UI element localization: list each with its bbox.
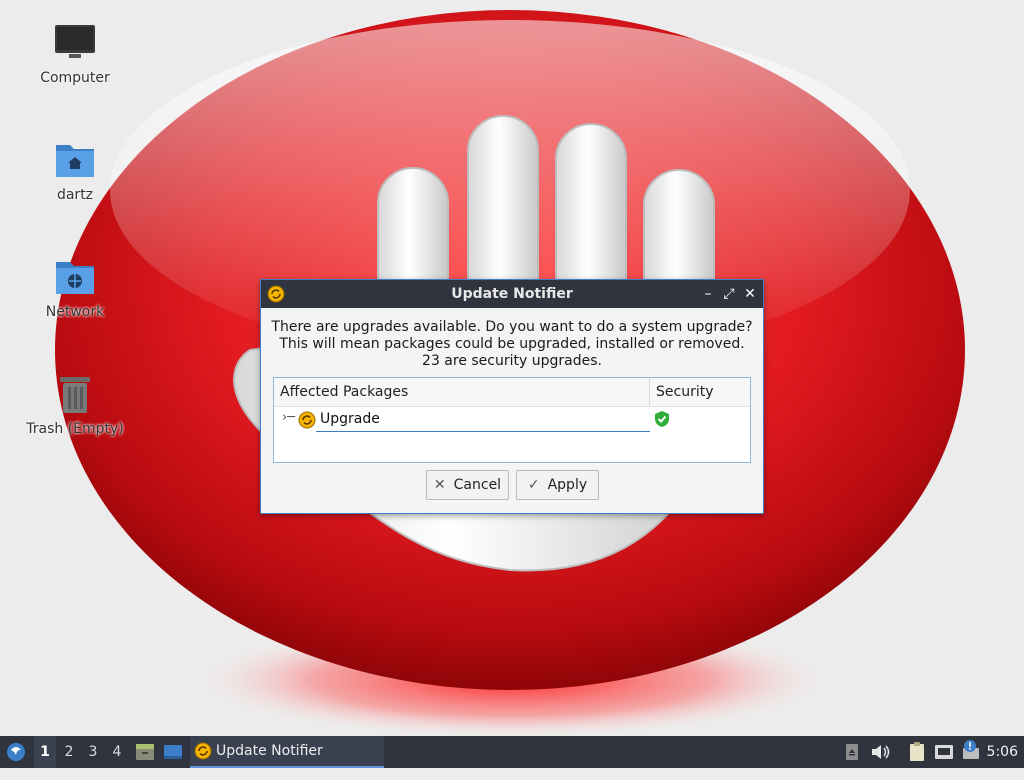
dialog-title: Update Notifier bbox=[451, 286, 573, 302]
packages-table[interactable]: Affected Packages Security ›─ Upgrade bbox=[273, 377, 751, 463]
home-folder-icon bbox=[53, 139, 97, 183]
update-notifier-dialog: Update Notifier – ⤢ ✕ There are upgrades… bbox=[260, 279, 764, 514]
column-header-security[interactable]: Security bbox=[656, 378, 714, 406]
tray-eject[interactable] bbox=[842, 736, 862, 768]
update-notifier-icon bbox=[194, 742, 212, 760]
desktop-icon-label: Computer bbox=[40, 70, 110, 86]
trash-icon bbox=[53, 373, 97, 417]
apply-button[interactable]: ✓ Apply bbox=[516, 470, 599, 500]
start-menu-button[interactable] bbox=[4, 736, 28, 768]
desktop-icon-label: Network bbox=[45, 304, 105, 320]
network-folder-icon bbox=[53, 256, 97, 300]
desktop-icon-label: dartz bbox=[56, 187, 94, 203]
desktop-icon-computer[interactable]: Computer bbox=[10, 22, 140, 86]
volume-icon bbox=[872, 745, 890, 759]
apply-button-label: Apply bbox=[547, 477, 588, 493]
table-row[interactable]: ›─ Upgrade bbox=[274, 407, 750, 433]
clock[interactable]: 5:06 bbox=[987, 736, 1018, 768]
taskbar: 1 2 3 4 Update Notifier 5:06 bbox=[0, 736, 1024, 768]
show-desktop-launcher[interactable] bbox=[162, 736, 184, 768]
tray-volume[interactable] bbox=[868, 736, 892, 768]
shield-check-icon bbox=[655, 411, 669, 427]
update-notification-icon bbox=[963, 740, 979, 759]
message-line: 23 are security upgrades. bbox=[422, 353, 602, 369]
upgrade-package-icon bbox=[298, 411, 316, 429]
column-separator bbox=[649, 378, 650, 406]
minimize-icon[interactable]: – bbox=[699, 285, 717, 303]
row-focus-underline bbox=[316, 431, 650, 432]
computer-icon bbox=[53, 22, 97, 66]
taskbar-task-update-notifier[interactable]: Update Notifier bbox=[190, 736, 384, 768]
maximize-icon[interactable]: ⤢ bbox=[720, 285, 738, 303]
cancel-x-icon: ✕ bbox=[433, 477, 446, 493]
expander-chevron-icon[interactable]: ›─ bbox=[282, 410, 295, 425]
desktop-icon-trash[interactable]: Trash (Empty) bbox=[10, 373, 140, 437]
message-line: This will mean packages could be upgrade… bbox=[279, 336, 745, 352]
workspace-2[interactable]: 2 bbox=[58, 736, 80, 768]
eject-icon bbox=[846, 744, 858, 760]
file-manager-icon bbox=[136, 744, 154, 760]
cancel-button-label: Cancel bbox=[453, 477, 502, 493]
clipboard-icon bbox=[910, 742, 924, 761]
dialog-message: There are upgrades available. Do you wan… bbox=[261, 319, 763, 370]
cancel-button[interactable]: ✕ Cancel bbox=[426, 470, 509, 500]
dialog-titlebar[interactable]: Update Notifier – ⤢ ✕ bbox=[261, 280, 763, 308]
tray-network[interactable] bbox=[933, 736, 955, 768]
desktop-icon-network[interactable]: Network bbox=[10, 256, 140, 320]
tray-clipboard[interactable] bbox=[906, 736, 928, 768]
column-header-affected-packages[interactable]: Affected Packages bbox=[280, 378, 408, 406]
tray-update-notifications[interactable] bbox=[960, 736, 982, 768]
task-label: Update Notifier bbox=[216, 743, 323, 759]
desktop-icon-home-folder[interactable]: dartz bbox=[10, 139, 140, 203]
distro-logo-icon bbox=[7, 743, 25, 761]
file-manager-launcher[interactable] bbox=[134, 736, 156, 768]
network-wired-icon bbox=[935, 745, 953, 759]
desktop-icon-label: Trash (Empty) bbox=[26, 421, 124, 437]
workspace-4[interactable]: 4 bbox=[106, 736, 128, 768]
row-label: Upgrade bbox=[320, 411, 380, 427]
message-line: There are upgrades available. Do you wan… bbox=[271, 319, 753, 335]
workspace-1[interactable]: 1 bbox=[34, 736, 56, 768]
desktop-icon bbox=[164, 745, 182, 759]
workspace-3[interactable]: 3 bbox=[82, 736, 104, 768]
table-header: Affected Packages Security bbox=[274, 378, 750, 407]
close-icon[interactable]: ✕ bbox=[741, 285, 759, 303]
checkmark-icon: ✓ bbox=[527, 477, 540, 493]
